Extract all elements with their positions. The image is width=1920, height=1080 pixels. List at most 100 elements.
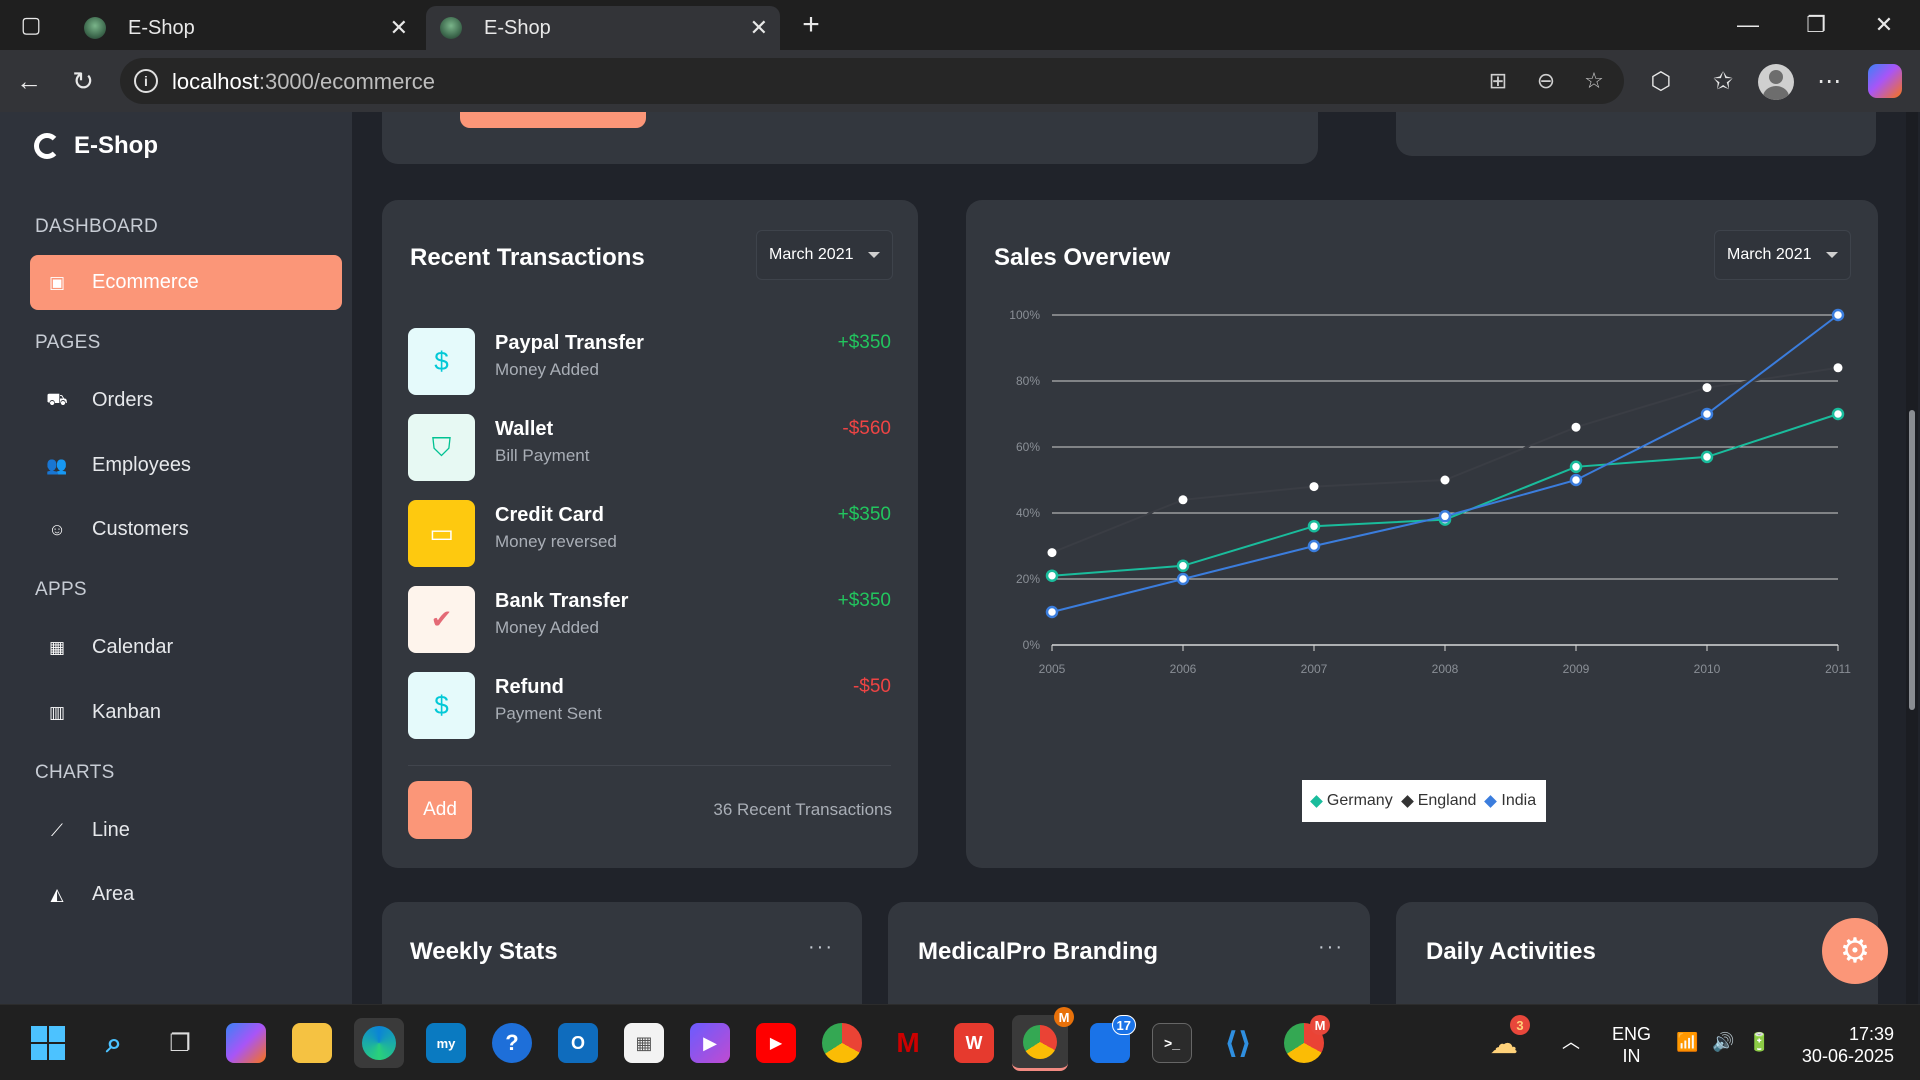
sidebar-item-customers[interactable]: ☺ Customers [30,502,342,557]
mcafee-icon[interactable]: M [888,1023,928,1063]
windows-start-icon[interactable] [28,1023,68,1063]
legend-marker-icon [1484,794,1498,808]
close-tab-icon[interactable]: ✕ [390,15,408,41]
profile-avatar[interactable] [1758,64,1794,100]
browser-tab[interactable]: E-Shop ✕ [70,6,420,50]
wps-office-icon[interactable]: W [954,1023,994,1063]
clock[interactable]: 17:39 30-06-2025 [1794,1023,1894,1067]
data-point-india [1176,572,1190,586]
youtube-icon[interactable]: ▶ [756,1023,796,1063]
sidebar-item-line[interactable]: ⟋ Line [30,803,342,858]
area-chart-icon: ◭ [50,884,64,904]
refresh-icon[interactable]: ↻ [66,64,100,98]
medicalpro-branding-card: MedicalPro Branding ··· [888,902,1370,1004]
get-help-icon[interactable]: ? [492,1023,532,1063]
browser-tab-active[interactable]: E-Shop ✕ [426,6,780,50]
favorite-star-icon[interactable]: ☆ [1580,67,1608,95]
transaction-name: Paypal Transfer [495,332,644,354]
transaction-row[interactable]: $ Refund Payment Sent -$50 [408,672,891,740]
tab-title: E-Shop [484,16,551,39]
medicalpro-branding-title: MedicalPro Branding [918,938,1159,965]
transaction-row[interactable]: ✔ Bank Transfer Money Added +$350 [408,586,891,654]
legend-item[interactable]: Germany [1310,792,1393,810]
transaction-row[interactable]: $ Paypal Transfer Money Added +$350 [408,328,891,396]
sidebar-item-area[interactable]: ◭ Area [30,867,342,922]
customers-icon: ☺ [48,519,66,539]
url-input[interactable]: i localhost:3000/ecommerce ⊞ ⊖ ☆ [120,58,1624,104]
volume-icon[interactable]: 🔊 [1712,1031,1734,1053]
data-point-india [1307,539,1321,553]
section-charts: CHARTS [35,762,115,783]
copilot-app-icon[interactable] [226,1023,266,1063]
y-tick-label: 20% [1016,572,1040,586]
show-hidden-icons-chevron-icon[interactable]: ︿ [1562,1031,1580,1053]
windows-taskbar: ⌕ ❐ my ? O ▦ ▶ ▶ M W M 17 >_ ⟨⟩ M ☁ 3 ︿ … [0,1004,1920,1080]
more-options-icon[interactable]: ··· [1318,936,1344,959]
recent-transactions-card: Recent Transactions March 2021 $ Paypal T… [382,200,918,868]
sidebar-item-ecommerce[interactable]: ▣ Ecommerce [30,255,342,310]
settings-gear-button[interactable]: ⚙ [1822,918,1888,984]
wifi-icon[interactable]: 📶 [1676,1031,1698,1053]
chrome-profile-active-icon[interactable]: M [1012,1007,1074,1071]
extensions-icon[interactable]: ⬡ [1644,64,1678,98]
sidebar-item-kanban[interactable]: ▥ Kanban [30,685,342,740]
top-card-left [382,112,1318,164]
sidebar-item-employees[interactable]: 👥 Employees [30,438,342,493]
edge-browser-icon[interactable] [354,1018,404,1068]
restore-icon[interactable]: ❐ [1796,8,1836,42]
sidebar: E-Shop DASHBOARD ▣ Ecommerce PAGES ⛟ Ord… [0,112,352,1004]
transaction-amount: -$50 [852,676,891,697]
zoom-out-icon[interactable]: ⊖ [1532,67,1560,95]
y-tick-label: 100% [1009,308,1040,322]
data-point-england [1571,422,1581,432]
close-window-icon[interactable]: ✕ [1864,8,1904,42]
tab-actions-icon[interactable]: ▢ [16,10,46,40]
brand-logo-icon [34,133,60,159]
site-info-icon[interactable]: i [134,69,158,93]
sidebar-item-orders[interactable]: ⛟ Orders [30,373,342,428]
scrollbar-thumb[interactable] [1909,410,1915,710]
favorites-icon[interactable]: ✩ [1706,64,1740,98]
minimize-icon[interactable]: — [1728,8,1768,42]
brand[interactable]: E-Shop [34,132,158,160]
transaction-row[interactable]: ⛉ Wallet Bill Payment -$560 [408,414,891,482]
top-card-button[interactable] [460,112,646,128]
transaction-name: Credit Card [495,504,604,526]
task-view-icon[interactable]: ❐ [160,1023,200,1063]
legend-label: India [1501,792,1537,809]
x-tick-label: 2005 [1039,662,1066,676]
outlook-icon[interactable]: O [558,1023,598,1063]
sidebar-item-calendar[interactable]: ▦ Calendar [30,620,342,675]
sidebar-item-label: Employees [92,454,191,476]
chrome-icon[interactable] [822,1023,862,1063]
chrome-profile-icon[interactable]: M [1284,1015,1330,1063]
clipchamp-icon[interactable]: ▶ [690,1023,730,1063]
add-transaction-button[interactable]: Add [408,781,472,839]
more-menu-icon[interactable]: ⋯ [1812,64,1846,98]
mail-app-icon[interactable]: 17 [1090,1015,1136,1063]
copilot-icon[interactable] [1868,64,1902,98]
back-arrow-icon[interactable]: ← [12,64,46,98]
transaction-description: Money reversed [495,532,617,551]
microsoft-store-icon[interactable]: ▦ [624,1023,664,1063]
search-icon[interactable]: ⌕ [94,1023,134,1063]
address-bar-row: ← ↻ i localhost:3000/ecommerce ⊞ ⊖ ☆ ⬡ ✩… [0,50,1920,112]
legend-item[interactable]: India [1484,792,1537,810]
legend-item[interactable]: England [1400,792,1476,810]
badge: M [1054,1007,1074,1027]
sidebar-item-label: Area [92,883,135,905]
language-indicator[interactable]: ENG IN [1612,1023,1651,1067]
transactions-period-dropdown[interactable]: March 2021 [756,230,893,280]
transaction-row[interactable]: ▭ Credit Card Money reversed +$350 [408,500,891,568]
app-available-icon[interactable]: ⊞ [1484,67,1512,95]
myhp-app-icon[interactable]: my [426,1023,466,1063]
new-tab-button[interactable]: + [796,8,826,41]
battery-icon[interactable]: 🔋 [1748,1031,1770,1053]
close-tab-icon[interactable]: ✕ [750,15,768,41]
terminal-icon[interactable]: >_ [1152,1023,1192,1063]
data-point-england [1178,495,1188,505]
vscode-icon[interactable]: ⟨⟩ [1218,1023,1258,1063]
more-options-icon[interactable]: ··· [808,936,834,959]
file-explorer-icon[interactable] [292,1023,332,1063]
weather-icon[interactable]: ☁ 3 [1484,1015,1530,1063]
